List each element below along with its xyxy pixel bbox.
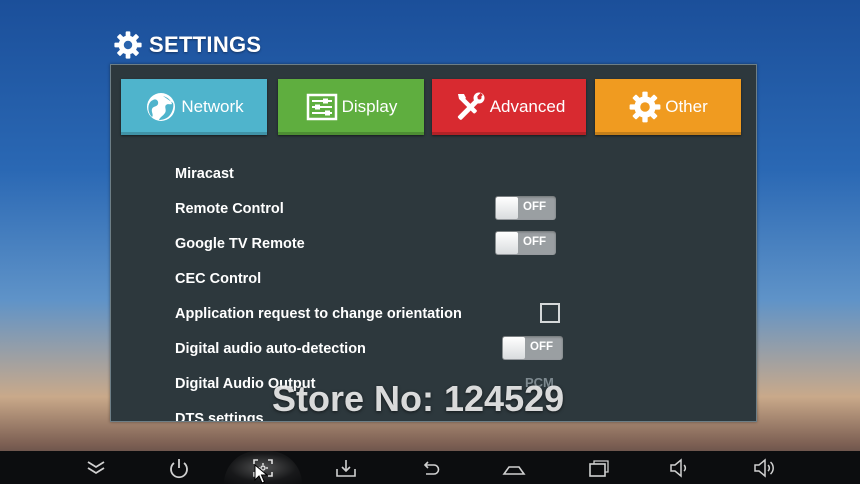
recent-apps-button[interactable] [584, 455, 612, 481]
orientation-checkbox[interactable] [540, 303, 560, 323]
volume-up-button[interactable] [751, 455, 779, 481]
settings-panel: Network Display Advanced Other Miracast … [110, 64, 757, 422]
tab-display[interactable]: Display [278, 79, 424, 135]
setting-miracast[interactable]: Miracast [175, 156, 715, 191]
toggle-knob [496, 197, 518, 219]
setting-cec-control[interactable]: CEC Control [175, 261, 715, 296]
volume-down-button[interactable] [666, 455, 694, 481]
home-icon [502, 466, 526, 475]
hide-bar-button[interactable] [82, 455, 110, 481]
download-button[interactable] [332, 455, 360, 481]
display-sliders-icon [306, 93, 337, 121]
gear-icon [629, 91, 661, 123]
tab-network-label: Network [181, 97, 244, 116]
power-button[interactable] [165, 455, 193, 481]
store-watermark: Store No: 124529 [272, 378, 565, 419]
setting-label: CEC Control [175, 270, 262, 287]
setting-label: Digital audio auto-detection [175, 340, 366, 357]
volume-down-icon [670, 458, 687, 478]
tab-network[interactable]: Network [121, 79, 267, 135]
toggle-state: OFF [523, 201, 546, 213]
setting-google-tv-remote[interactable]: Google TV Remote OFF [175, 226, 715, 261]
recent-apps-icon [589, 460, 609, 477]
home-button[interactable] [500, 455, 528, 481]
toggle-state: OFF [530, 341, 553, 353]
toggle-state: OFF [523, 236, 546, 248]
setting-label: Miracast [175, 165, 234, 182]
tab-other-label: Other [665, 97, 708, 116]
remote-control-toggle[interactable]: OFF [495, 196, 556, 220]
page-title: SETTINGS [149, 32, 262, 57]
mouse-cursor-icon [254, 464, 268, 484]
google-tv-remote-toggle[interactable]: OFF [495, 231, 556, 255]
tab-advanced-label: Advanced [489, 97, 566, 116]
digital-audio-auto-detection-toggle[interactable]: OFF [502, 336, 563, 360]
volume-up-icon [754, 458, 774, 478]
gear-icon [114, 31, 142, 59]
setting-label: DTS settings [175, 410, 264, 422]
tab-other[interactable]: Other [595, 79, 741, 135]
globe-icon [147, 93, 176, 121]
setting-remote-control[interactable]: Remote Control OFF [175, 191, 715, 226]
tab-advanced[interactable]: Advanced [432, 79, 586, 135]
chevron-down-icon [87, 461, 105, 475]
toggle-knob [496, 232, 518, 254]
setting-label: Remote Control [175, 200, 284, 217]
setting-label: Google TV Remote [175, 235, 305, 252]
setting-digital-audio-auto-detection[interactable]: Digital audio auto-detection OFF [175, 331, 715, 366]
setting-orientation-request[interactable]: Application request to change orientatio… [175, 296, 715, 331]
setting-label: Application request to change orientatio… [175, 305, 462, 322]
toggle-knob [503, 337, 525, 359]
settings-header: SETTINGS [113, 28, 261, 62]
back-button[interactable] [416, 455, 444, 481]
tab-display-label: Display [341, 97, 398, 116]
tools-icon [457, 92, 485, 120]
power-icon [170, 459, 188, 479]
back-icon [423, 461, 440, 475]
download-icon [336, 460, 356, 477]
